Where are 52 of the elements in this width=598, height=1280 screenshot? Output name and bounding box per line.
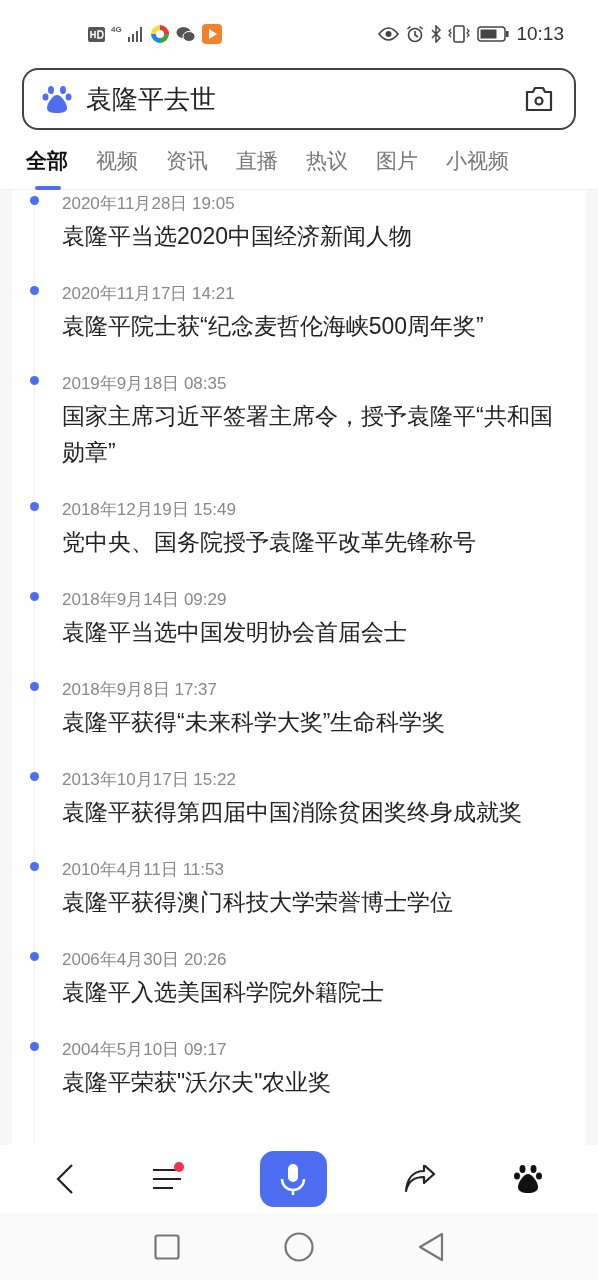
network-label: 4G xyxy=(111,26,122,34)
tab[interactable]: 资讯 xyxy=(166,131,208,190)
tab[interactable]: 图片 xyxy=(376,131,418,190)
event-title[interactable]: 袁隆平当选2020中国经济新闻人物 xyxy=(62,218,572,254)
event-date: 2020年11月28日 19:05 xyxy=(62,193,236,215)
event-title[interactable]: 袁隆平入选美国科学院外籍院士 xyxy=(62,974,572,1010)
play-app-icon xyxy=(201,24,222,44)
tab[interactable]: 小视频 xyxy=(446,131,509,190)
paw-logo-icon xyxy=(42,84,72,114)
event-date: 2020年11月17日 14:21 xyxy=(62,283,236,305)
event-title[interactable]: 袁隆平院士获“纪念麦哲伦海峡500周年奖” xyxy=(62,308,572,344)
event-title[interactable]: 袁隆平获得第四届中国消除贫困奖终身成就奖 xyxy=(62,794,572,830)
event-title[interactable]: 党中央、国务院授予袁隆平改革先锋称号 xyxy=(62,524,572,560)
search-field[interactable]: 袁隆平去世 xyxy=(22,68,576,130)
share-icon[interactable] xyxy=(404,1165,437,1193)
event-date: 2006年4月30日 20:26 xyxy=(62,949,228,971)
microphone-icon xyxy=(279,1163,307,1195)
eye-icon xyxy=(378,27,400,41)
event-date: 2019年9月18日 08:35 xyxy=(62,373,228,395)
event-title[interactable]: 袁隆平荣获"沃尔夫"农业奖 xyxy=(62,1064,572,1100)
back-icon[interactable] xyxy=(56,1164,74,1194)
paw-icon[interactable] xyxy=(514,1164,542,1194)
hd-icon xyxy=(88,26,105,42)
chat-icon xyxy=(175,25,196,43)
event-date: 2004年5月10日 09:17 xyxy=(62,1039,228,1061)
event-date: 2013年10月17日 15:22 xyxy=(62,769,237,791)
search-query: 袁隆平去世 xyxy=(86,82,217,116)
event-date: 2018年9月14日 09:29 xyxy=(62,589,228,611)
bluetooth-icon xyxy=(431,25,442,43)
menu-icon xyxy=(152,1167,181,1191)
signal-icon xyxy=(127,26,144,42)
voice-search-button[interactable] xyxy=(259,1151,327,1207)
event-title[interactable]: 袁隆平获得澳门科技大学荣誉博士学位 xyxy=(62,884,572,920)
event-title[interactable]: 袁隆平获得“未来科学大奖”生命科学奖 xyxy=(62,704,572,740)
tab[interactable]: 视频 xyxy=(96,131,138,190)
battery-icon xyxy=(477,26,510,42)
camera-icon[interactable] xyxy=(524,86,554,112)
status-time: 10:13 xyxy=(516,21,564,46)
tab[interactable]: 热议 xyxy=(306,131,348,190)
event-date: 2010年4月11日 11:53 xyxy=(62,859,225,881)
tab[interactable]: 直播 xyxy=(236,131,278,190)
recent-apps-icon[interactable] xyxy=(154,1233,180,1260)
event-date: 2018年12月19日 15:49 xyxy=(62,499,237,521)
tab[interactable]: 全部 xyxy=(26,131,68,190)
back-nav-icon[interactable] xyxy=(418,1231,444,1262)
app-icon xyxy=(149,24,170,44)
event-title[interactable]: 国家主席习近平签署主席令，授予袁隆平“共和国勋章” xyxy=(62,398,572,470)
event-title[interactable]: 袁隆平当选中国发明协会首届会士 xyxy=(62,614,572,650)
event-date: 2018年9月8日 17:37 xyxy=(62,679,218,701)
home-icon[interactable] xyxy=(284,1231,314,1262)
alarm-icon xyxy=(406,25,425,43)
vibrate-icon xyxy=(448,25,471,43)
